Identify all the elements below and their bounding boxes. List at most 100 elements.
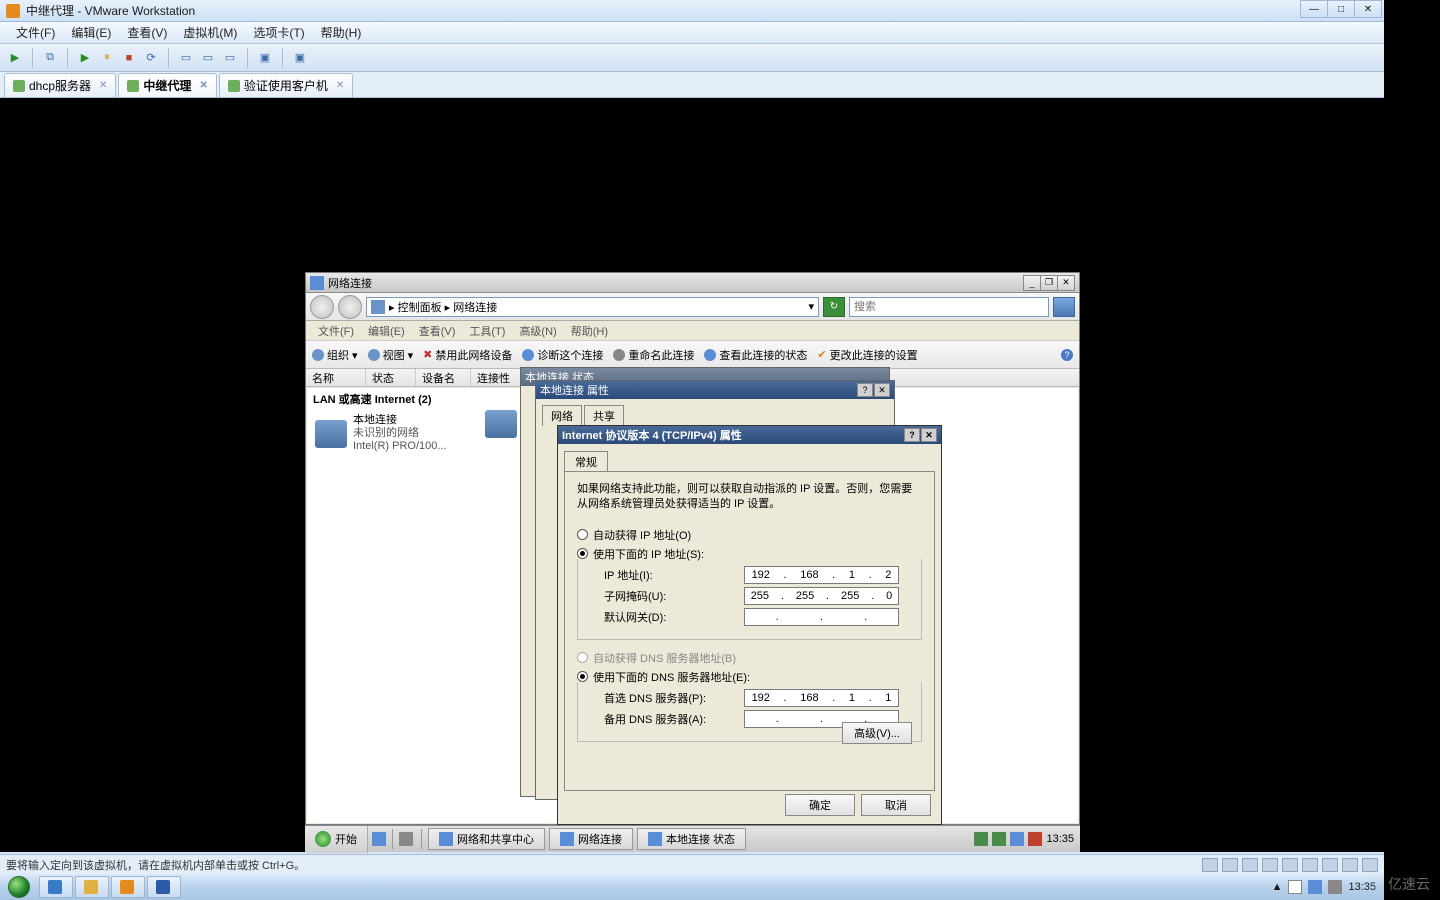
guest-screen[interactable]: 网络连接 _ ❐ ✕ ▸ 控制面板 ▸ 网络连接▾ ↻ 文件(F [0,98,1384,852]
device-icon[interactable] [1322,858,1338,872]
fullscreen-icon[interactable]: ▣ [291,49,309,67]
refresh-button[interactable]: ↻ [823,297,845,317]
show-desktop-icon[interactable] [396,828,416,850]
tab-general[interactable]: 常规 [564,451,608,472]
forward-button[interactable] [338,295,362,319]
menu-help[interactable]: 帮助(H) [313,22,370,43]
search-input[interactable] [849,297,1049,317]
tray-chevron-icon[interactable]: ▲ [1272,881,1283,893]
clock[interactable]: 13:35 [1046,833,1074,845]
close-icon[interactable]: ✕ [336,80,344,91]
menu-edit[interactable]: 编辑(E) [362,322,411,340]
device-icon[interactable] [1302,858,1318,872]
stop-icon[interactable]: ■ [120,49,138,67]
view-status-button[interactable]: 查看此连接的状态 [704,347,807,363]
volume-icon[interactable] [1028,832,1042,846]
layout3-icon[interactable]: ▭ [221,49,239,67]
close-button[interactable]: ✕ [1057,275,1075,291]
window-titlebar[interactable]: 网络连接 _ ❐ ✕ [306,273,1079,293]
device-icon[interactable] [1222,858,1238,872]
taskbar-item[interactable]: 网络和共享中心 [428,828,545,850]
col-device[interactable]: 设备名 [416,369,471,386]
tray-icon[interactable] [974,832,988,846]
ok-button[interactable]: 确定 [785,794,855,816]
change-settings-button[interactable]: ✔更改此连接的设置 [817,347,917,363]
menu-file[interactable]: 文件(F) [8,22,63,43]
close-icon[interactable]: ✕ [199,80,207,91]
diagnose-button[interactable]: 诊断这个连接 [522,347,603,363]
address-bar[interactable]: ▸ 控制面板 ▸ 网络连接▾ [366,297,819,317]
reset-icon[interactable]: ⟳ [142,49,160,67]
device-icon[interactable] [1282,858,1298,872]
help-button[interactable]: ? [857,383,873,397]
back-button[interactable] [310,295,334,319]
menu-help[interactable]: 帮助(H) [565,322,614,340]
play-icon[interactable]: ▶ [76,49,94,67]
minimize-button[interactable]: — [1300,0,1328,18]
input-ip[interactable]: 192.168.1.2 [744,566,899,584]
maximize-button[interactable]: □ [1327,0,1355,18]
snapshot-icon[interactable]: ⧉ [41,49,59,67]
input-gateway[interactable]: ... [744,608,899,626]
network-icon[interactable] [1308,880,1322,894]
menu-vm[interactable]: 虚拟机(M) [175,22,245,43]
close-button[interactable]: ✕ [874,383,890,397]
tab-sharing[interactable]: 共享 [584,405,624,426]
action-center-icon[interactable] [1288,880,1302,894]
search-button[interactable] [1053,297,1075,317]
clock[interactable]: 13:35 [1348,881,1376,893]
dialog-titlebar[interactable]: Internet 协议版本 4 (TCP/IPv4) 属性 ? ✕ [558,426,941,444]
volume-icon[interactable] [1328,880,1342,894]
col-conn[interactable]: 连接性 [471,369,521,386]
unity-icon[interactable]: ▣ [256,49,274,67]
cancel-button[interactable]: 取消 [861,794,931,816]
start-button[interactable]: 开始 [305,826,368,853]
menu-tools[interactable]: 工具(T) [463,322,511,340]
device-icon[interactable] [1262,858,1278,872]
restore-button[interactable]: ❐ [1040,275,1058,291]
close-icon[interactable]: ✕ [99,80,107,91]
device-icon[interactable] [1342,858,1358,872]
start-button[interactable] [0,874,38,900]
close-button[interactable]: ✕ [921,428,937,442]
menu-view[interactable]: 查看(V) [413,322,462,340]
tab-network[interactable]: 网络 [542,405,582,426]
power-on-icon[interactable]: ▶ [6,49,24,67]
device-icon[interactable] [1362,858,1378,872]
col-name[interactable]: 名称 [306,369,366,386]
vmware-titlebar[interactable]: 中继代理 - VMware Workstation — □ ✕ [0,0,1384,22]
taskbar-vmware[interactable] [111,876,145,898]
menu-view[interactable]: 查看(V) [119,22,175,43]
layout2-icon[interactable]: ▭ [199,49,217,67]
organize-button[interactable]: 组织 ▾ [312,347,358,363]
help-button[interactable]: ? [904,428,920,442]
disable-device-button[interactable]: ✖禁用此网络设备 [423,347,512,363]
menu-file[interactable]: 文件(F) [312,322,360,340]
menu-edit[interactable]: 编辑(E) [63,22,119,43]
menu-tabs[interactable]: 选项卡(T) [245,22,312,43]
tab-relay-active[interactable]: 中继代理✕ [118,73,216,97]
device-icon[interactable] [1242,858,1258,872]
tray-icon[interactable] [992,832,1006,846]
network-icon[interactable] [1010,832,1024,846]
tab-client[interactable]: 验证使用客户机✕ [219,73,353,97]
network-item[interactable] [477,406,525,442]
advanced-button[interactable]: 高级(V)... [842,722,912,744]
rename-button[interactable]: 重命名此连接 [613,347,694,363]
radio-auto-ip[interactable]: 自动获得 IP 地址(O) [577,527,922,543]
help-icon[interactable]: ? [1061,349,1073,361]
menu-advanced[interactable]: 高级(N) [513,322,562,340]
taskbar-word[interactable] [147,876,181,898]
taskbar-item[interactable]: 本地连接 状态 [637,828,746,850]
layout1-icon[interactable]: ▭ [177,49,195,67]
tab-dhcp[interactable]: dhcp服务器✕ [4,73,116,97]
col-status[interactable]: 状态 [366,369,416,386]
views-button[interactable]: 视图 ▾ [368,347,414,363]
taskbar-explorer[interactable] [75,876,109,898]
suspend-icon[interactable]: ⏸ [98,49,116,67]
device-icon[interactable] [1202,858,1218,872]
input-mask[interactable]: 255.255.255.0 [744,587,899,605]
input-dns1[interactable]: 192.168.1.1 [744,689,899,707]
quicklaunch-icon[interactable] [369,828,389,850]
properties-dialog-title[interactable]: 本地连接 属性 ?✕ [536,381,894,399]
